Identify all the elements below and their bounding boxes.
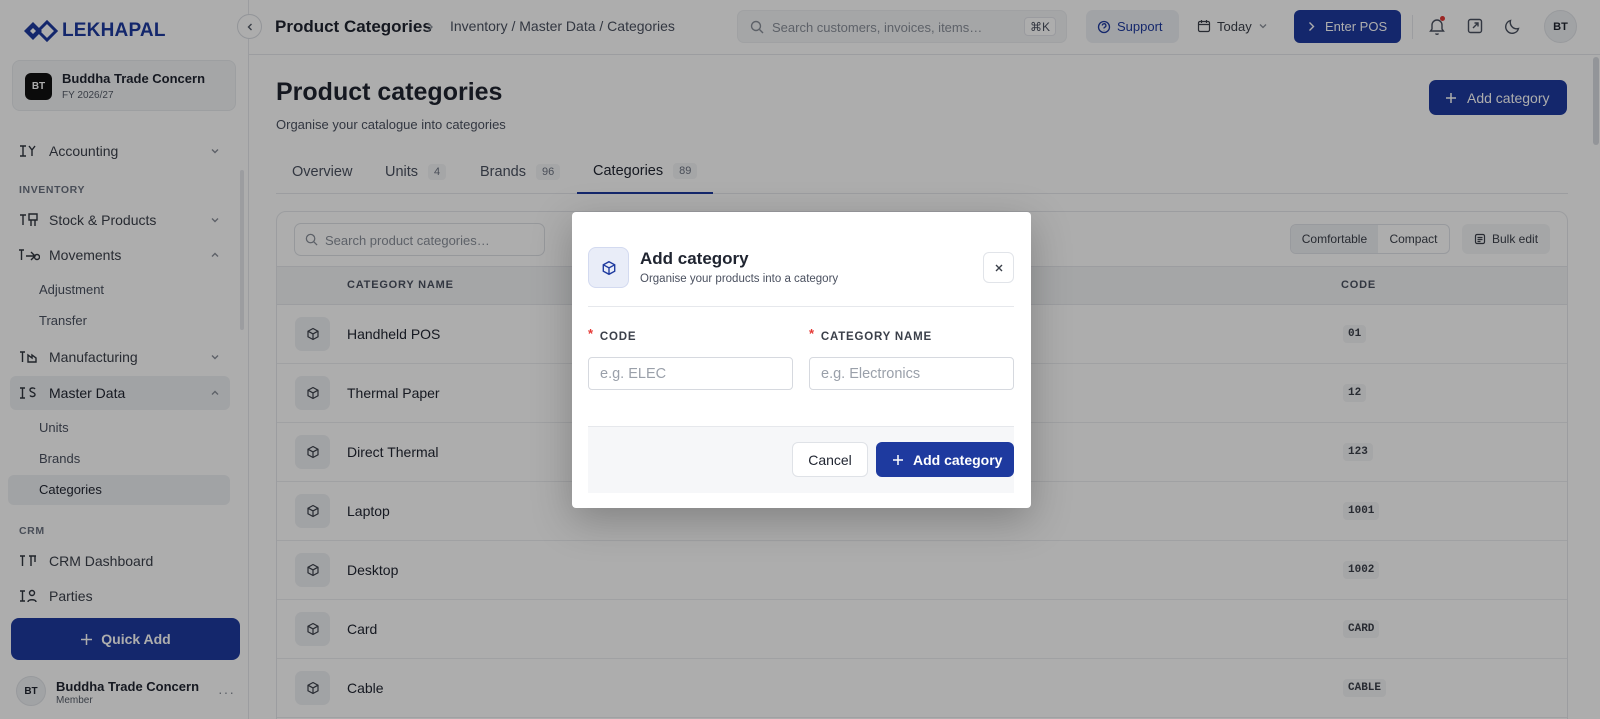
category-name-label: * CATEGORY NAME [809,326,932,343]
category-name-input[interactable] [809,357,1014,390]
dialog-icon [588,247,629,288]
category-name-label-text: CATEGORY NAME [820,331,932,343]
code-label-text: CODE [599,331,637,343]
submit-add-category-button[interactable]: Add category [876,442,1014,477]
dialog-divider [588,306,1014,307]
add-category-dialog: Add category Organise your products into… [572,212,1031,508]
close-button[interactable] [983,252,1014,283]
code-input[interactable] [588,357,793,390]
cube-icon [602,260,615,275]
dialog-title: Add category [640,249,749,268]
plus-icon [893,454,903,465]
required-marker: * [588,326,594,341]
cancel-button[interactable]: Cancel [792,442,868,477]
close-icon [995,264,1002,271]
code-label: * CODE [588,326,637,343]
dialog-subtitle: Organise your products into a category [640,273,839,285]
submit-label: Add category [913,451,1003,468]
dialog-footer: Cancel Add category [588,426,1014,493]
required-marker: * [809,326,815,341]
